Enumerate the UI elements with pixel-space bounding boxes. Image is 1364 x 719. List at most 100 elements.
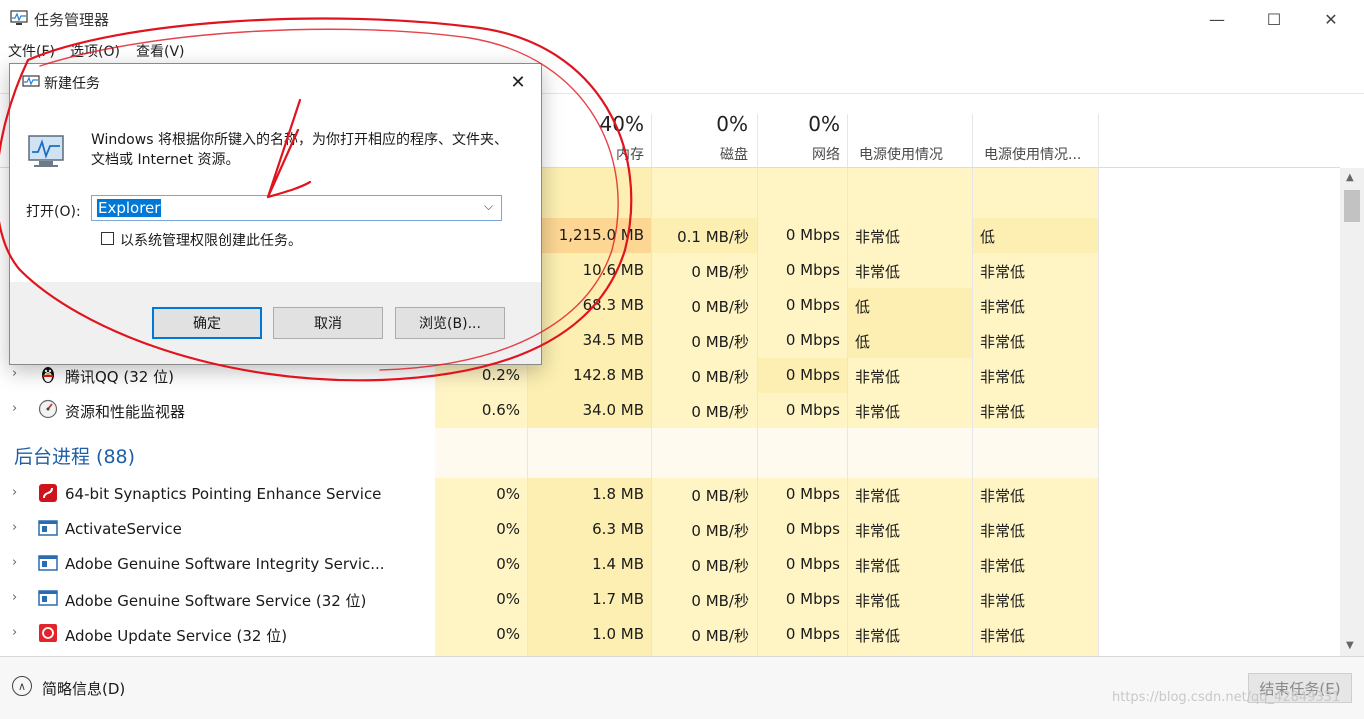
power-cell: 低: [855, 333, 871, 351]
network-cell: 0 Mbps: [785, 226, 840, 244]
minimize-button[interactable]: —: [1188, 0, 1246, 38]
memory-cell: 10.6 MB: [582, 261, 644, 279]
memory-header-label[interactable]: 内存: [560, 144, 644, 164]
ok-button[interactable]: 确定: [152, 307, 262, 339]
power-trend-header-label[interactable]: 电源使用情况...: [984, 144, 1081, 164]
power-trend-cell: 非常低: [980, 557, 1026, 575]
scroll-down-arrow-icon[interactable]: ▼: [1346, 640, 1354, 651]
run-dialog-icon: [22, 75, 40, 87]
dialog-close-icon[interactable]: ✕: [502, 68, 534, 96]
chevron-down-icon[interactable]: ⌵: [484, 199, 493, 214]
expand-chevron-icon[interactable]: ›: [12, 485, 17, 500]
disk-cell: 0 MB/秒: [691, 298, 749, 316]
scrollbar-thumb[interactable]: [1344, 190, 1360, 222]
memory-cell: 142.8 MB: [573, 366, 644, 384]
open-label: 打开(O):: [26, 204, 81, 220]
disk-cell: 0 MB/秒: [691, 522, 749, 540]
disk-cell: 0 MB/秒: [691, 263, 749, 281]
admin-checkbox[interactable]: [101, 232, 114, 245]
cpu-cell: 0%: [496, 625, 520, 643]
power-cell: 非常低: [855, 487, 901, 505]
power-header-label[interactable]: 电源使用情况: [859, 144, 943, 164]
expand-chevron-icon[interactable]: ›: [12, 590, 17, 605]
adobe-icon: [39, 624, 57, 642]
network-header-label[interactable]: 网络: [760, 144, 840, 164]
memory-cell: 1.7 MB: [592, 590, 644, 608]
background-processes-header: 后台进程 (88): [14, 446, 136, 468]
power-trend-cell: 非常低: [980, 333, 1026, 351]
power-cell: 低: [855, 298, 871, 316]
power-trend-cell: 非常低: [980, 627, 1026, 645]
memory-cell: 1.0 MB: [592, 625, 644, 643]
expand-chevron-icon[interactable]: ›: [12, 366, 17, 381]
service-window-icon: [38, 520, 58, 536]
maximize-button[interactable]: ☐: [1245, 0, 1303, 38]
collapse-chevron-up-icon[interactable]: ∧: [12, 676, 32, 696]
disk-cell: 0 MB/秒: [691, 487, 749, 505]
open-input-value[interactable]: Explorer: [97, 199, 162, 217]
service-window-icon: [38, 555, 58, 571]
memory-header-pct[interactable]: 40%: [560, 112, 644, 136]
cpu-cell: 0.6%: [481, 401, 520, 419]
network-cell: 0 Mbps: [785, 555, 840, 573]
qq-penguin-icon: [42, 367, 54, 383]
memory-cell: 34.5 MB: [582, 331, 644, 349]
disk-header-label[interactable]: 磁盘: [660, 144, 748, 164]
process-name[interactable]: Adobe Update Service (32 位): [65, 625, 287, 646]
power-trend-cell: 非常低: [980, 368, 1026, 386]
network-cell: 0 Mbps: [785, 331, 840, 349]
menu-view[interactable]: 查看(V): [136, 41, 185, 61]
power-trend-cell: 非常低: [980, 522, 1026, 540]
expand-chevron-icon[interactable]: ›: [12, 555, 17, 570]
cpu-cell: 0%: [496, 555, 520, 573]
memory-cell: 34.0 MB: [582, 401, 644, 419]
menu-options[interactable]: 选项(O): [70, 41, 120, 61]
power-trend-cell: 非常低: [980, 298, 1026, 316]
memory-cell: 6.3 MB: [592, 520, 644, 538]
col-sep: [972, 114, 973, 656]
expand-chevron-icon[interactable]: ›: [12, 401, 17, 416]
power-cell: 非常低: [855, 263, 901, 281]
power-trend-cell: 低: [980, 228, 996, 246]
menu-file[interactable]: 文件(F): [8, 41, 55, 61]
process-name[interactable]: 腾讯QQ (32 位): [65, 366, 174, 387]
section-row-bg: [435, 428, 1098, 478]
memory-cell: 1,215.0 MB: [558, 226, 644, 244]
scroll-up-arrow-icon[interactable]: ▲: [1346, 172, 1354, 183]
expand-chevron-icon[interactable]: ›: [12, 520, 17, 535]
browse-button[interactable]: 浏览(B)...: [395, 307, 505, 339]
power-cell: 非常低: [855, 522, 901, 540]
process-name[interactable]: Adobe Genuine Software Integrity Servic.…: [65, 555, 385, 573]
admin-checkbox-label[interactable]: 以系统管理权限创建此任务。: [120, 230, 302, 250]
network-cell: 0 Mbps: [785, 261, 840, 279]
power-cell: 非常低: [855, 557, 901, 575]
close-button[interactable]: ✕: [1302, 0, 1360, 38]
process-name[interactable]: 资源和性能监视器: [65, 401, 185, 422]
watermark-text: https://blog.csdn.net/qq_42849331: [1112, 690, 1341, 705]
open-combobox[interactable]: Explorer ⌵: [91, 195, 502, 221]
new-task-dialog: 新建任务 ✕ Windows 将根据你所键入的名称，为你打开相应的程序、文件夹、…: [9, 63, 542, 365]
cpu-cell: 0%: [496, 485, 520, 503]
dialog-description: Windows 将根据你所键入的名称，为你打开相应的程序、文件夹、文档或 Int…: [91, 132, 508, 168]
brief-info-link[interactable]: 简略信息(D): [42, 678, 125, 699]
memory-cell: 68.3 MB: [582, 296, 644, 314]
network-header-pct[interactable]: 0%: [760, 112, 840, 136]
task-manager-icon: [10, 10, 28, 25]
expand-chevron-icon[interactable]: ›: [12, 625, 17, 640]
process-name[interactable]: ActivateService: [65, 520, 182, 538]
disk-header-pct[interactable]: 0%: [660, 112, 748, 136]
network-cell: 0 Mbps: [785, 401, 840, 419]
cpu-cell: 0%: [496, 520, 520, 538]
vertical-scrollbar[interactable]: [1340, 168, 1364, 656]
process-name[interactable]: 64-bit Synaptics Pointing Enhance Servic…: [65, 485, 381, 503]
service-window-icon: [38, 590, 58, 606]
memory-cell: 1.4 MB: [592, 555, 644, 573]
cancel-button[interactable]: 取消: [273, 307, 383, 339]
footer-bar: [0, 656, 1364, 719]
process-name[interactable]: Adobe Genuine Software Service (32 位): [65, 590, 366, 611]
disk-cell: 0 MB/秒: [691, 557, 749, 575]
synaptics-icon: [39, 484, 57, 502]
run-program-icon: [28, 135, 64, 167]
power-cell: 非常低: [855, 627, 901, 645]
col-sep: [847, 114, 848, 656]
